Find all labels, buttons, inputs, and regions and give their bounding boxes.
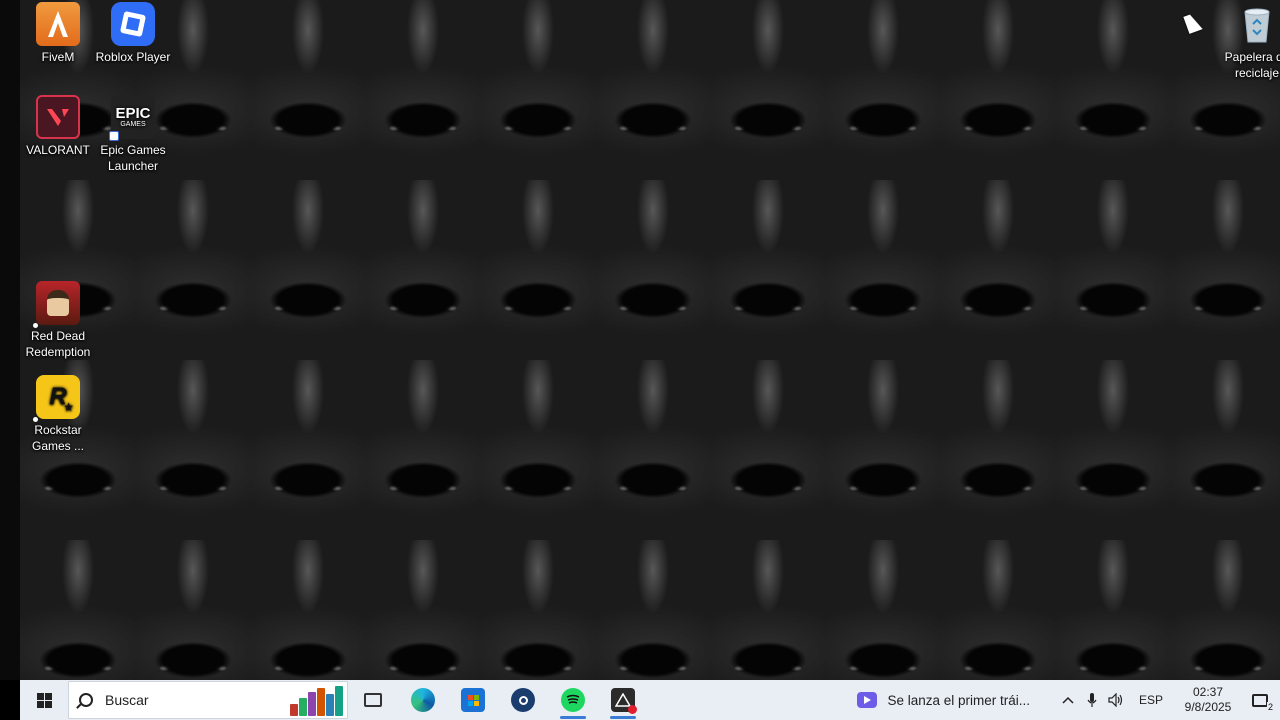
epic-games-icon: EPIC GAMES bbox=[109, 95, 155, 141]
clock-time: 02:37 bbox=[1192, 685, 1224, 699]
icon-label-line2: Redemption bbox=[25, 345, 91, 359]
rockstar-icon: R ★ bbox=[33, 375, 80, 422]
icon-label-line1: Epic Games bbox=[100, 143, 166, 157]
epic-logo-text: EPIC bbox=[115, 104, 151, 122]
chevron-up-icon[interactable] bbox=[1056, 680, 1080, 720]
news-video-icon bbox=[857, 692, 878, 708]
desktop-icon-rockstar-games[interactable]: R ★ Rockstar Games ... bbox=[20, 375, 96, 454]
notification-center-button[interactable]: 2 bbox=[1240, 680, 1280, 720]
search-icon bbox=[79, 693, 93, 707]
desktop-icon-red-dead-redemption[interactable]: Red Dead Redemption bbox=[20, 281, 96, 360]
taskbar-search-box[interactable]: Buscar bbox=[68, 681, 348, 719]
taskbar-app-steam[interactable] bbox=[498, 680, 548, 720]
windows-logo-icon bbox=[36, 692, 52, 708]
icon-label-line2: Games ... bbox=[31, 439, 84, 453]
language-indicator[interactable]: ESP bbox=[1136, 693, 1166, 707]
desktop-icon-fivem[interactable]: FiveM bbox=[20, 2, 96, 65]
new-app-dot bbox=[33, 323, 38, 328]
microphone-icon[interactable] bbox=[1080, 680, 1104, 720]
search-placeholder: Buscar bbox=[105, 692, 149, 708]
news-widget[interactable]: Se lanza el primer trái... bbox=[857, 692, 1030, 708]
start-button[interactable] bbox=[20, 680, 68, 720]
icon-label-line1: Papelera de bbox=[1224, 50, 1280, 64]
fivem-icon bbox=[36, 2, 80, 46]
notification-icon bbox=[1252, 693, 1268, 707]
desktop-icon-roblox[interactable]: Roblox Player bbox=[95, 2, 171, 65]
icon-label-line2: Launcher bbox=[107, 159, 159, 173]
shortcut-arrow-icon bbox=[109, 131, 119, 141]
new-app-dot bbox=[33, 417, 38, 422]
taskbar: Buscar Se lanza el primer trái... ESP 02… bbox=[20, 680, 1280, 720]
clock[interactable]: 02:37 9/8/2025 bbox=[1176, 685, 1240, 715]
volume-icon[interactable] bbox=[1104, 680, 1128, 720]
notification-count: 2 bbox=[1266, 702, 1274, 712]
icon-label: Roblox Player bbox=[95, 50, 171, 64]
clock-date: 9/8/2025 bbox=[1184, 700, 1232, 714]
desktop-icon-recycle-bin[interactable]: Papelera de reciclaje bbox=[1219, 2, 1280, 81]
icon-label: VALORANT bbox=[26, 143, 90, 157]
taskbar-app-store[interactable] bbox=[448, 680, 498, 720]
task-view-icon bbox=[364, 693, 382, 707]
icon-label-line1: Rockstar bbox=[34, 423, 82, 437]
edge-icon bbox=[411, 688, 435, 712]
screen-edge bbox=[0, 0, 20, 680]
books-icon bbox=[289, 686, 343, 716]
steam-icon bbox=[511, 688, 535, 712]
adobe-app-icon bbox=[611, 688, 637, 714]
red-dead-icon bbox=[33, 281, 80, 328]
desktop-wallpaper[interactable] bbox=[20, 0, 1280, 680]
valorant-icon bbox=[36, 95, 80, 139]
taskbar-app-adobe[interactable] bbox=[598, 680, 648, 720]
spotify-icon bbox=[561, 688, 585, 712]
taskbar-app-edge[interactable] bbox=[398, 680, 448, 720]
recycle-bin-icon bbox=[1235, 2, 1279, 46]
icon-label: FiveM bbox=[41, 50, 75, 64]
roblox-icon bbox=[111, 2, 155, 46]
star-icon: ★ bbox=[63, 400, 74, 414]
desktop-icon-epic-games[interactable]: EPIC GAMES Epic Games Launcher bbox=[95, 95, 171, 174]
task-view-button[interactable] bbox=[348, 680, 398, 720]
desktop-icon-valorant[interactable]: VALORANT bbox=[20, 95, 96, 158]
epic-logo-subtext: GAMES bbox=[120, 120, 146, 128]
news-text: Se lanza el primer trái... bbox=[887, 692, 1030, 708]
taskbar-app-spotify[interactable] bbox=[548, 680, 598, 720]
icon-label-line1: Red Dead bbox=[30, 329, 86, 343]
system-tray: ESP 02:37 9/8/2025 2 bbox=[1056, 680, 1280, 720]
microsoft-store-icon bbox=[461, 688, 485, 712]
icon-label-line2: reciclaje bbox=[1234, 66, 1279, 80]
